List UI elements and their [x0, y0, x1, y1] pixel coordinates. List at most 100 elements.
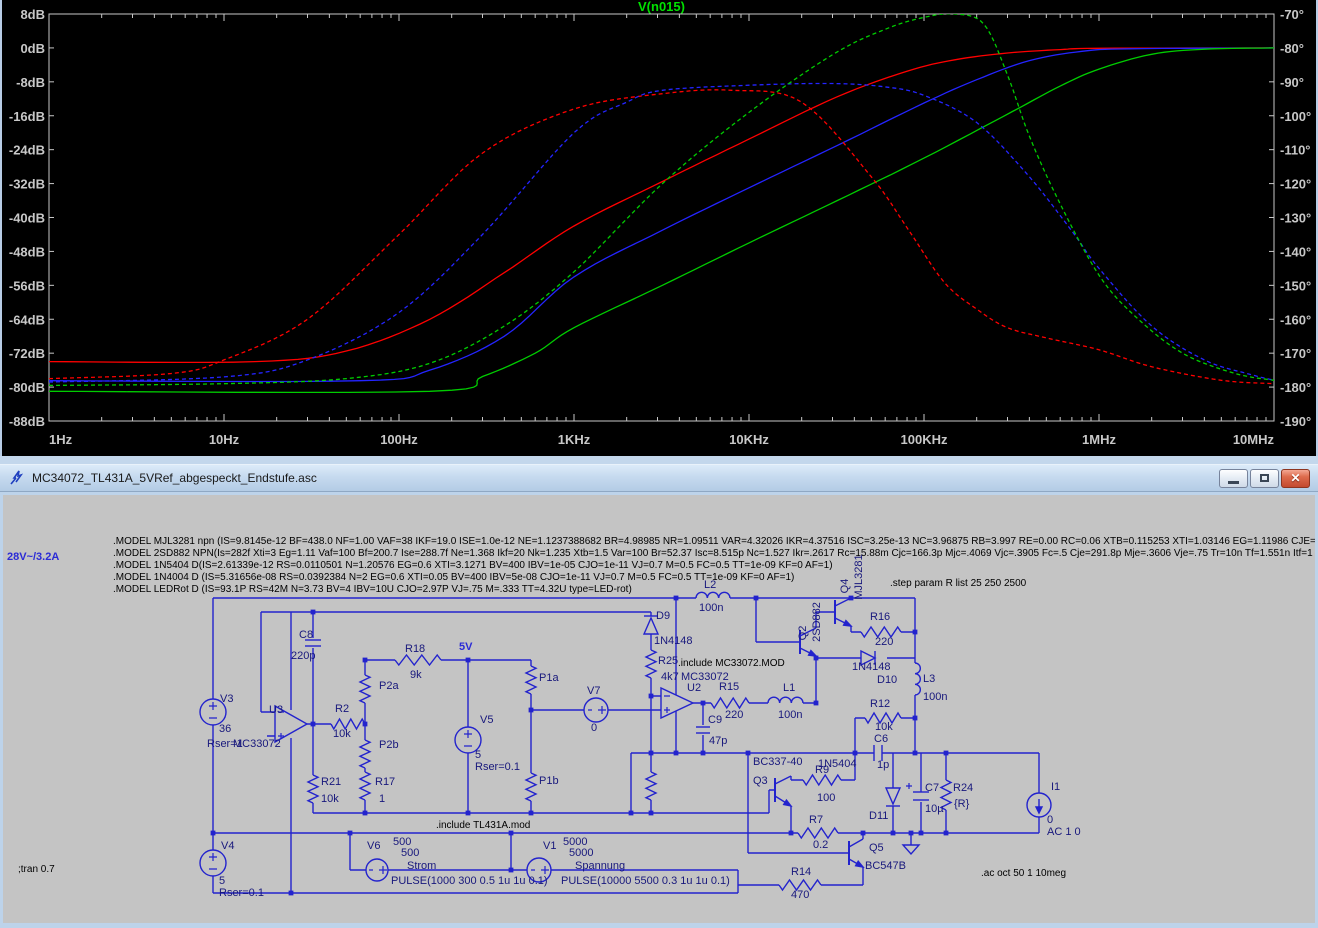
component-label: I1	[1051, 781, 1060, 793]
component-label: 0	[591, 722, 597, 734]
component-label: PULSE(10000 5500 0.3 1u 1u 0.1)	[561, 875, 730, 887]
component-label: V3	[220, 693, 233, 705]
component-label: R18	[405, 643, 425, 655]
component-label: 10k	[333, 728, 351, 740]
component-label: C7	[925, 782, 939, 794]
component-label: L3	[923, 673, 935, 685]
component-label: 220p	[291, 650, 315, 662]
component-label: AC 1 0	[1047, 826, 1081, 838]
schematic-window-titlebar[interactable]: MC34072_TL431A_5VRef_abgespeckt_Endstufe…	[0, 464, 1318, 492]
component-label: Strom	[407, 860, 436, 872]
restore-icon	[1260, 474, 1269, 482]
x-tick-label: 10KHz	[729, 432, 769, 447]
y-right-tick-label: -90°	[1280, 75, 1304, 90]
spice-directive: .MODEL 2SD882 NPN(Is=282f Xti=3 Eg=1.11 …	[113, 548, 1315, 559]
component-label: V1	[543, 840, 556, 852]
component-label: R15	[719, 681, 739, 693]
waveform-pane[interactable]: 8dB-70°0dB-80°-8dB-90°-16dB-100°-24dB-11…	[0, 0, 1318, 456]
component-label: Q4	[839, 579, 851, 594]
component-label: P2b	[379, 739, 399, 751]
minimize-button[interactable]	[1219, 469, 1248, 488]
restore-button[interactable]	[1250, 469, 1279, 488]
y-left-tick-label: -16dB	[9, 109, 45, 124]
x-tick-label: 100KHz	[901, 432, 948, 447]
component-label: 10µ	[925, 803, 944, 815]
component-label: Rser=0.1	[219, 887, 264, 899]
component-label: R9	[815, 764, 829, 776]
spice-directive: .include TL431A.mod	[436, 820, 530, 831]
y-right-tick-label: -140°	[1280, 244, 1311, 259]
spice-directive: .MODEL MJL3281 npn (IS=9.8145e-12 BF=438…	[113, 536, 1315, 547]
component-label: P1b	[539, 775, 559, 787]
component-label: D9	[656, 610, 670, 622]
component-label: Spannung	[575, 860, 625, 872]
component-label: C8	[299, 629, 313, 641]
schematic-comment: 5V	[459, 641, 473, 653]
component-label: Rser=0.1	[475, 761, 520, 773]
y-right-tick-label: -170°	[1280, 346, 1311, 361]
component-label: Q5	[869, 842, 884, 854]
x-tick-label: 1KHz	[558, 432, 591, 447]
schematic-pane[interactable]: .MODEL MJL3281 npn (IS=9.8145e-12 BF=438…	[0, 492, 1318, 926]
y-left-tick-label: -64dB	[9, 312, 45, 327]
y-right-tick-label: -190°	[1280, 414, 1311, 429]
component-label: 0.2	[813, 839, 828, 851]
trace-phase-R-2500	[49, 14, 1274, 386]
component-label: R2	[335, 703, 349, 715]
component-label: 36	[219, 723, 231, 735]
y-right-tick-label: -70°	[1280, 7, 1304, 22]
component-label: PULSE(1000 300 0.5 1u 1u 0.1)	[391, 875, 548, 887]
x-tick-label: 100Hz	[380, 432, 418, 447]
component-label: MJL3281	[853, 554, 865, 599]
y-left-tick-label: -72dB	[9, 346, 45, 361]
minimize-icon	[1228, 481, 1239, 484]
y-left-tick-label: -24dB	[9, 143, 45, 158]
component-label: D10	[877, 674, 897, 686]
component-label: 100n	[699, 602, 723, 614]
component-label: 2SD882	[811, 602, 823, 642]
y-right-tick-label: -120°	[1280, 177, 1311, 192]
x-tick-label: 10MHz	[1233, 432, 1275, 447]
bode-plot[interactable]: 8dB-70°0dB-80°-8dB-90°-16dB-100°-24dB-11…	[2, 0, 1316, 456]
trace-gain-R-250	[49, 48, 1274, 382]
component-label: R16	[870, 611, 890, 623]
trace-name[interactable]: V(n015)	[638, 0, 685, 14]
component-label: L1	[783, 682, 795, 694]
component-label: V6	[367, 840, 380, 852]
spice-directive: .include MC33072.MOD	[678, 658, 785, 669]
component-label: P1a	[539, 672, 559, 684]
y-right-tick-label: -160°	[1280, 312, 1311, 327]
component-label: L2	[704, 579, 716, 591]
y-right-tick-label: -180°	[1280, 380, 1311, 395]
component-label: 220	[875, 636, 893, 648]
y-left-tick-label: -80dB	[9, 380, 45, 395]
trace-gain-R-25	[49, 48, 1274, 363]
schematic-symbols	[200, 592, 1051, 890]
component-label: MC33072	[233, 738, 281, 750]
component-label: 220	[725, 709, 743, 721]
close-button[interactable]: ✕	[1281, 469, 1310, 488]
component-label: 5	[219, 875, 225, 887]
component-label: Q3	[753, 775, 768, 787]
y-left-tick-label: 8dB	[20, 7, 45, 22]
ltspice-app: { "window": { "title": "MC34072_TL431A_5…	[0, 0, 1318, 926]
schematic-canvas[interactable]: .MODEL MJL3281 npn (IS=9.8145e-12 BF=438…	[3, 495, 1315, 923]
component-label: 470	[791, 889, 809, 901]
y-right-tick-label: -100°	[1280, 109, 1311, 124]
component-label: R21	[321, 776, 341, 788]
ltspice-icon	[8, 469, 26, 487]
component-label: D11	[869, 810, 888, 822]
y-left-tick-label: -48dB	[9, 244, 45, 259]
component-label: R17	[375, 776, 395, 788]
component-label: V4	[221, 840, 234, 852]
y-right-tick-label: -80°	[1280, 41, 1304, 56]
component-label: 0	[1047, 814, 1053, 826]
y-left-tick-label: -88dB	[9, 414, 45, 429]
component-label: {R}	[954, 798, 970, 810]
component-label: 4k7	[661, 671, 679, 683]
component-label: V5	[480, 714, 493, 726]
component-label: 100n	[923, 691, 947, 703]
component-label: 47p	[709, 735, 727, 747]
component-label: 100	[817, 792, 835, 804]
component-label: 1p	[877, 759, 889, 771]
